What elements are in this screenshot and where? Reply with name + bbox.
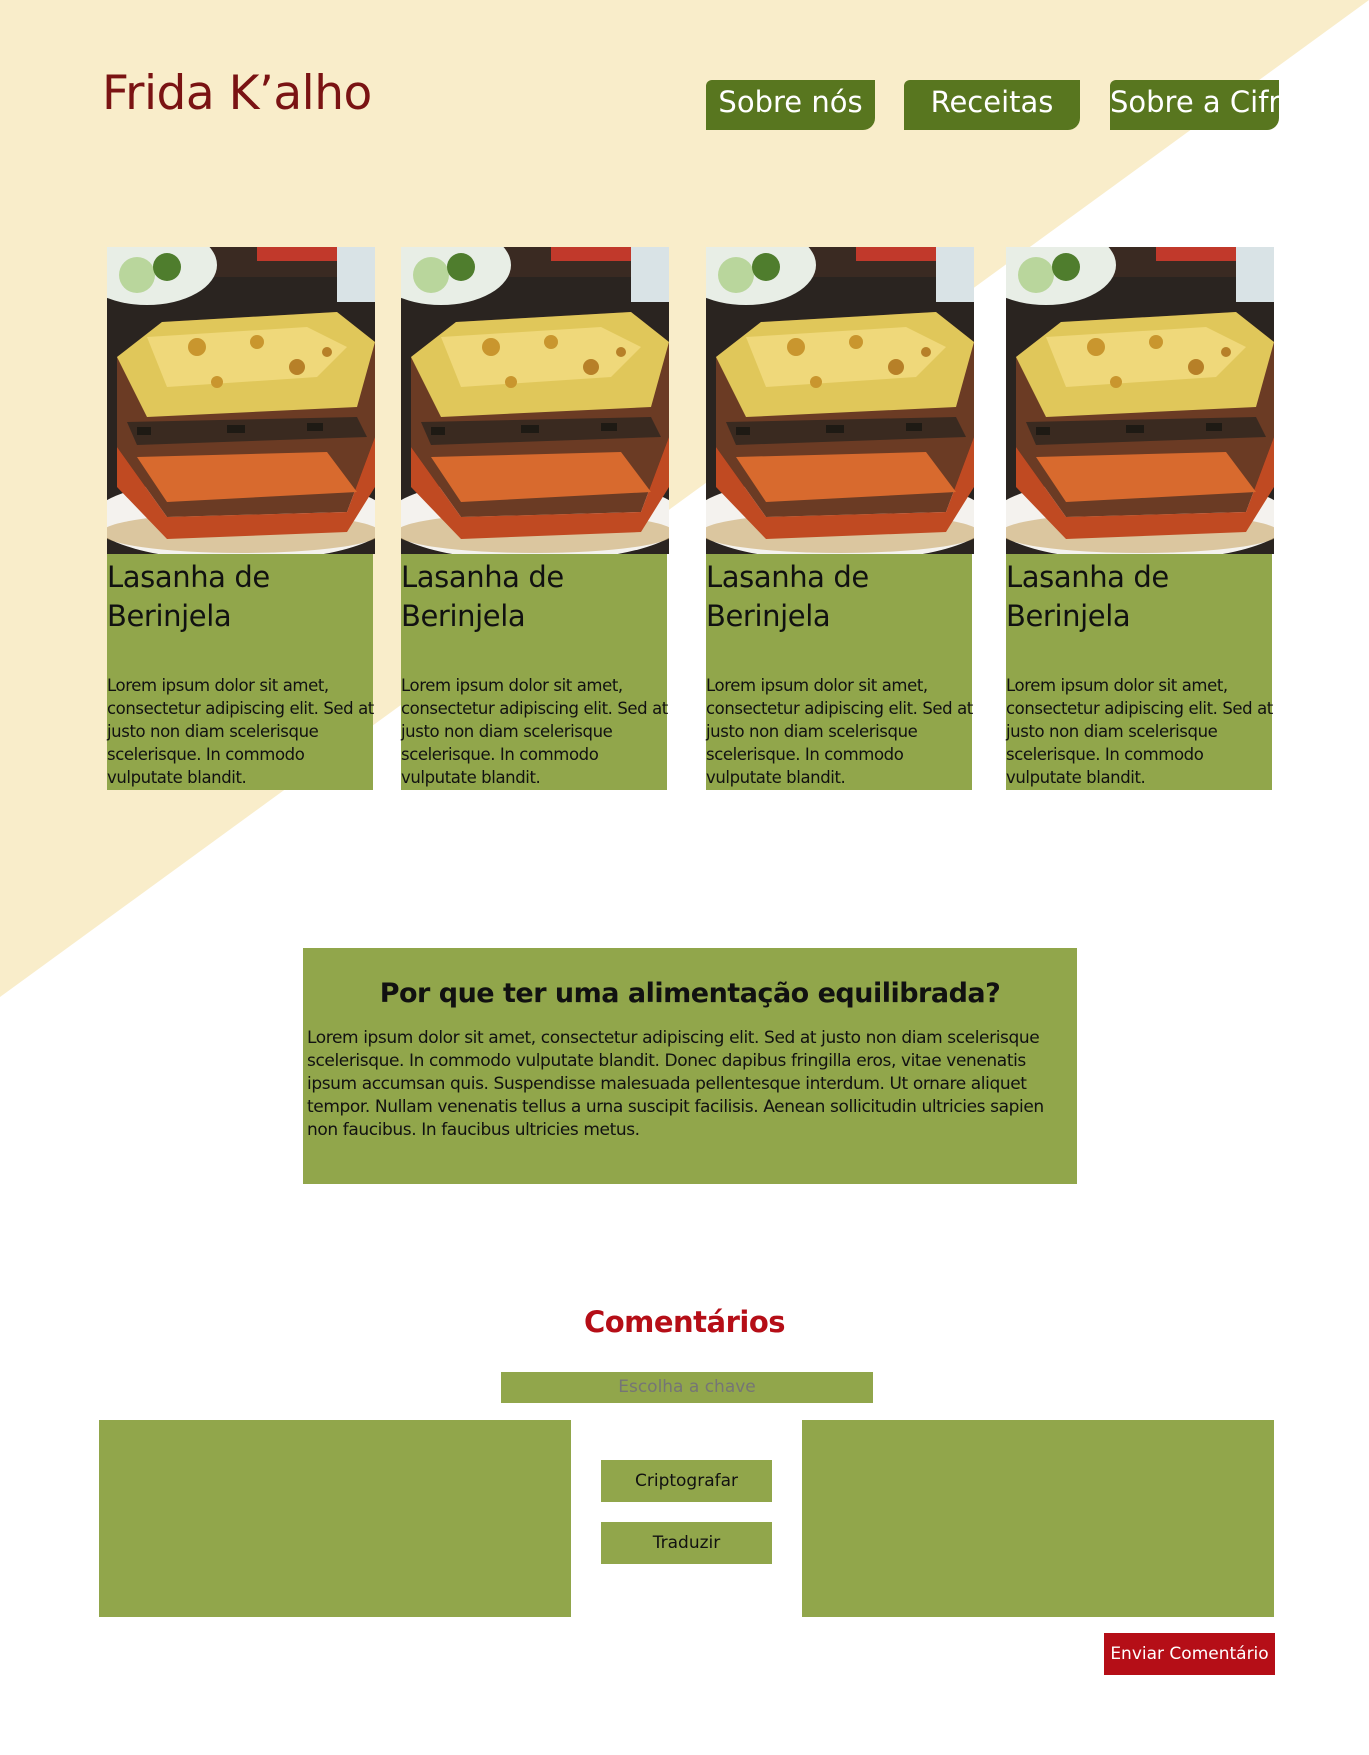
recipe-card[interactable]: Lasanha de Berinjela Lorem ipsum dolor s… [706, 247, 974, 790]
nav-receitas-button[interactable]: Receitas [904, 80, 1080, 130]
recipe-card-body: Lasanha de Berinjela Lorem ipsum dolor s… [706, 554, 973, 790]
recipe-image[interactable] [706, 247, 974, 554]
recipe-card[interactable]: Lasanha de Berinjela Lorem ipsum dolor s… [107, 247, 375, 790]
recipe-description: Lorem ipsum dolor sit amet, consectetur … [401, 676, 668, 787]
recipe-image[interactable] [401, 247, 669, 554]
recipe-title[interactable]: Lasanha de Berinjela [107, 558, 373, 636]
comment-output-textarea[interactable] [802, 1420, 1274, 1617]
translate-button[interactable]: Traduzir [601, 1522, 772, 1564]
recipe-title[interactable]: Lasanha de Berinjela [706, 558, 972, 636]
nav-sobre-nos-button[interactable]: Sobre nós [706, 80, 875, 130]
send-comment-button[interactable]: Enviar Comentário [1104, 1633, 1275, 1675]
recipe-image[interactable] [107, 247, 375, 554]
recipe-card-body: Lasanha de Berinjela Lorem ipsum dolor s… [107, 554, 374, 790]
recipe-description: Lorem ipsum dolor sit amet, consectetur … [706, 676, 973, 787]
key-input[interactable] [501, 1372, 873, 1403]
recipe-card[interactable]: Lasanha de Berinjela Lorem ipsum dolor s… [1006, 247, 1274, 790]
recipe-description: Lorem ipsum dolor sit amet, consectetur … [107, 676, 374, 787]
recipe-card[interactable]: Lasanha de Berinjela Lorem ipsum dolor s… [401, 247, 669, 790]
comment-input-textarea[interactable] [99, 1420, 571, 1617]
recipe-description: Lorem ipsum dolor sit amet, consectetur … [1006, 676, 1273, 787]
site-logo[interactable]: Frida K’alho [102, 66, 372, 121]
info-section: Por que ter uma alimentação equilibrada?… [303, 948, 1077, 1184]
info-text: Lorem ipsum dolor sit amet, consectetur … [307, 1028, 1044, 1140]
recipe-title[interactable]: Lasanha de Berinjela [1006, 558, 1272, 636]
recipe-card-body: Lasanha de Berinjela Lorem ipsum dolor s… [401, 554, 668, 790]
nav-sobre-cifra-button[interactable]: Sobre a Cifra [1110, 80, 1279, 130]
recipe-card-body: Lasanha de Berinjela Lorem ipsum dolor s… [1006, 554, 1273, 790]
recipe-image[interactable] [1006, 247, 1274, 554]
info-title: Por que ter uma alimentação equilibrada? [379, 978, 1001, 1009]
encrypt-button[interactable]: Criptografar [601, 1460, 772, 1502]
comments-title: Comentários [583, 1305, 786, 1339]
recipe-title[interactable]: Lasanha de Berinjela [401, 558, 667, 636]
